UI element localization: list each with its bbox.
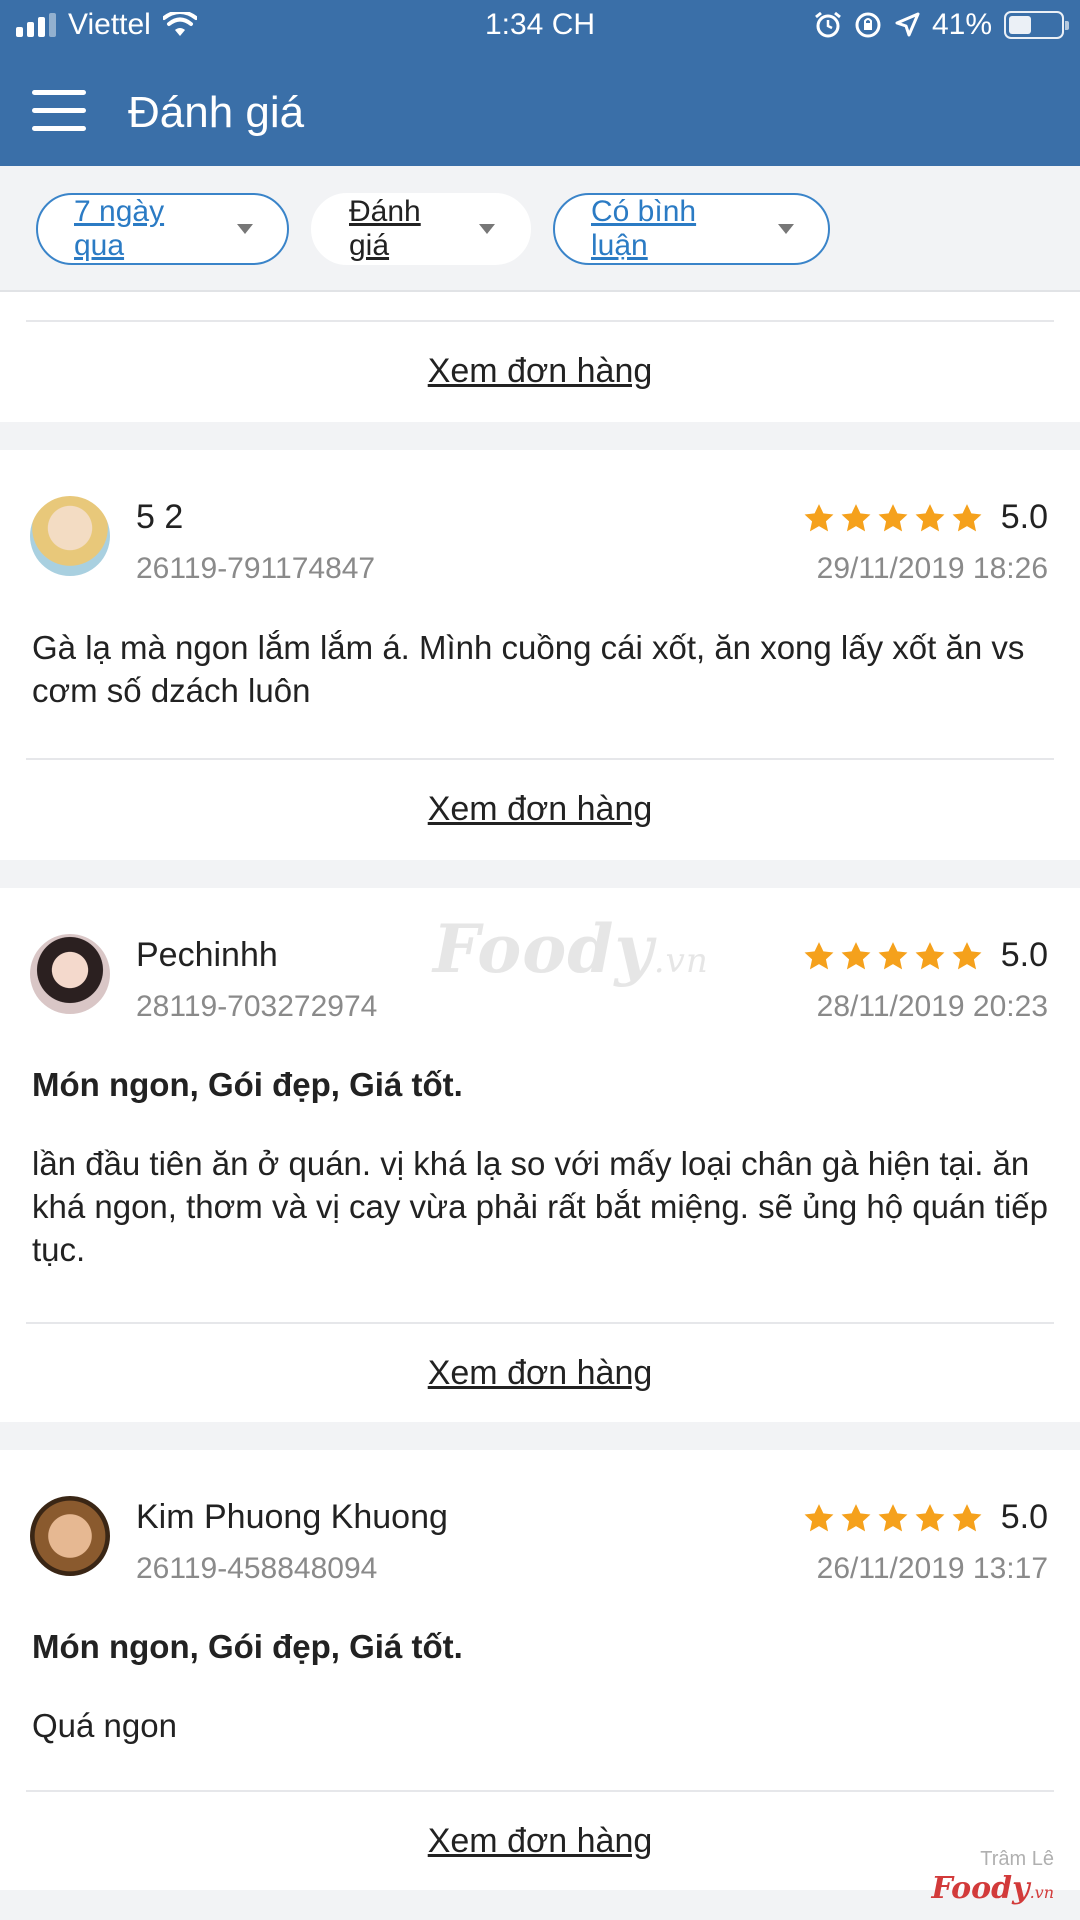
foody-watermark: Foody.vn: [433, 910, 709, 988]
star-rating: [802, 1502, 984, 1536]
review-date: 28/11/2019 20:23: [816, 990, 1048, 1023]
star-icon: [804, 1504, 834, 1532]
star-icon: [878, 942, 908, 970]
review-date: 29/11/2019 18:26: [816, 552, 1048, 585]
star-icon: [915, 942, 945, 970]
filter-chip-rating[interactable]: Đánh giá: [311, 193, 531, 265]
divider: [26, 320, 1054, 322]
star-icon: [841, 1504, 871, 1532]
corner-watermark: Trâm Lê Foody.vn: [931, 1848, 1054, 1906]
filter-chip-comment[interactable]: Có bình luận: [553, 193, 830, 265]
rating-score: 5.0: [1000, 498, 1048, 536]
star-icon: [804, 504, 834, 532]
order-id: 28119-703272974: [136, 990, 378, 1023]
watermark-author: Trâm Lê: [980, 1848, 1054, 1870]
alarm-icon: [815, 11, 841, 38]
filter-bar: 7 ngày qua Đánh giá Có bình luận: [0, 166, 1080, 292]
filter-chip-date[interactable]: 7 ngày qua: [36, 193, 289, 265]
avatar: [30, 1496, 110, 1576]
divider: [26, 758, 1054, 760]
star-icon: [841, 504, 871, 532]
chevron-down-icon: [778, 224, 794, 234]
view-order-link[interactable]: Xem đơn hàng: [0, 790, 1080, 829]
nav-bar: Đánh giá: [0, 66, 1080, 156]
battery-icon: [1004, 11, 1069, 39]
view-order-link[interactable]: Xem đơn hàng: [0, 352, 1080, 391]
order-id: 26119-458848094: [136, 1552, 378, 1585]
location-icon: [895, 12, 920, 37]
review-card: 5 2 26119-791174847 5.0 29/11/2019 18:26…: [0, 450, 1080, 860]
avatar: [30, 496, 110, 576]
star-icon: [915, 504, 945, 532]
chevron-down-icon: [237, 224, 253, 234]
review-card: Xem đơn hàng: [0, 292, 1080, 422]
foody-logo: Foody.vn: [931, 1871, 1054, 1906]
review-tags: Món ngon, Gói đẹp, Giá tốt.: [32, 1066, 463, 1103]
menu-icon[interactable]: [32, 86, 88, 134]
star-rating: [802, 940, 984, 974]
view-order-link[interactable]: Xem đơn hàng: [0, 1822, 1080, 1861]
review-tags: Món ngon, Gói đẹp, Giá tốt.: [32, 1628, 463, 1665]
filter-chip-label: Có bình luận: [591, 195, 697, 262]
rating-score: 5.0: [1000, 1498, 1048, 1536]
star-icon: [952, 942, 982, 970]
view-order-link[interactable]: Xem đơn hàng: [0, 1354, 1080, 1393]
status-bar: Viettel 1:34 CH 41%: [0, 0, 1080, 54]
star-icon: [878, 504, 908, 532]
divider: [26, 1322, 1054, 1324]
star-icon: [804, 942, 834, 970]
chevron-down-icon: [479, 224, 495, 234]
review-date: 26/11/2019 13:17: [816, 1552, 1048, 1585]
star-icon: [841, 942, 871, 970]
filter-chip-label: Đánh giá: [349, 195, 421, 262]
divider: [26, 1790, 1054, 1792]
star-icon: [878, 1504, 908, 1532]
star-icon: [915, 1504, 945, 1532]
star-icon: [952, 1504, 982, 1532]
review-card: Kim Phuong Khuong 26119-458848094 5.0 26…: [0, 1450, 1080, 1890]
review-comment: Quá ngon: [32, 1707, 177, 1744]
app-header: Viettel 1:34 CH 41% Đánh giá: [0, 0, 1080, 166]
star-icon: [952, 504, 982, 532]
filter-chip-label: 7 ngày qua: [74, 195, 165, 262]
avatar: [30, 934, 110, 1014]
reviewer-name: Pechinhh: [136, 936, 278, 974]
reviewer-name: 5 2: [136, 498, 184, 536]
rating-score: 5.0: [1000, 936, 1048, 974]
order-id: 26119-791174847: [136, 552, 376, 585]
page-title: Đánh giá: [128, 88, 305, 137]
rotation-lock-icon: [855, 12, 881, 38]
reviewer-name: Kim Phuong Khuong: [136, 1498, 448, 1536]
battery-percent: 41%: [931, 8, 992, 41]
review-comment: lần đầu tiên ăn ở quán. vị khá lạ so với…: [32, 1145, 1049, 1268]
star-rating: [802, 502, 984, 536]
review-comment: Gà lạ mà ngon lắm lắm á. Mình cuồng cái …: [32, 629, 1025, 709]
